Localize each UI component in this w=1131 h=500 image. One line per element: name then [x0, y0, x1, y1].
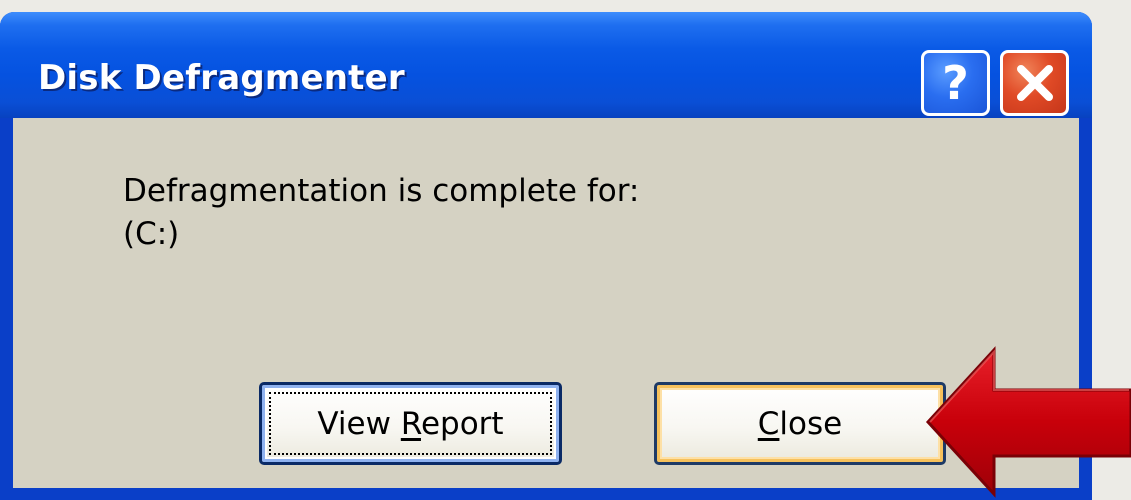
drive-label: (C:) [123, 216, 180, 252]
view-report-accelerator: R [400, 405, 421, 442]
dialog-titlebar[interactable]: Disk Defragmenter ? [0, 12, 1092, 118]
close-label: Close [757, 405, 843, 442]
view-report-button[interactable]: View Report [259, 382, 562, 465]
help-button[interactable]: ? [921, 50, 990, 116]
view-report-label: View Report [317, 405, 504, 442]
title-close-button[interactable] [1000, 50, 1069, 116]
red-arrow-annotation [925, 346, 1131, 498]
close-icon [1016, 65, 1053, 101]
completion-message: Defragmentation is complete for: [123, 173, 640, 209]
close-accelerator: C [757, 405, 780, 442]
dialog-title: Disk Defragmenter [38, 58, 405, 98]
question-mark-icon: ? [942, 56, 969, 110]
close-button[interactable]: Close [654, 382, 946, 465]
